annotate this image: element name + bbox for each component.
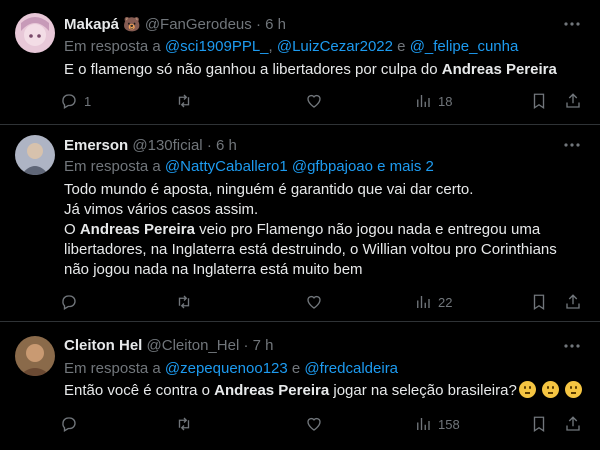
reply-separator: e (291, 360, 301, 377)
reply-icon (62, 94, 76, 109)
tweet-header: Emerson @130ficial · 6 h (64, 136, 237, 156)
thinking-face-emoji (541, 381, 559, 398)
bookmark-icon (533, 294, 545, 311)
reply-prefix: Em resposta a (64, 158, 161, 175)
tweet-text: Todo mundo é aposta, ninguém é garantido… (64, 180, 584, 280)
mention-link[interactable]: e mais 2 (377, 158, 434, 175)
mention-link[interactable]: @gfbpajoao (292, 158, 373, 175)
tweet-text-bold: Andreas Pereira (214, 382, 330, 399)
views-button[interactable]: 18 (414, 91, 452, 111)
more-icon[interactable] (562, 336, 582, 356)
mention-link[interactable]: @fredcaldeira (304, 360, 398, 377)
mention-link[interactable]: @NattyCaballero1 (165, 158, 288, 175)
like-button[interactable] (305, 91, 323, 111)
reply-button[interactable] (60, 292, 78, 312)
reply-count: 1 (84, 93, 92, 109)
tweet-line: libertadores, na Inglaterra está destrui… (64, 241, 557, 258)
views-count: 22 (438, 294, 453, 310)
tweet-header: Makapá 🐻 @FanGerodeus · 6 h (64, 14, 286, 34)
reply-context: Em resposta a @zepequenoo123 e @fredcald… (64, 359, 398, 379)
tweet-emerson[interactable]: Emerson @130ficial · 6 h Em resposta a @… (0, 125, 600, 322)
tweet-line: não jogou nada na Inglaterra está muito … (64, 261, 363, 278)
reply-prefix: Em resposta a (64, 38, 161, 55)
tweet-text: E o flamengo só não ganhou a libertadore… (64, 60, 584, 80)
timestamp[interactable]: · 7 h (243, 337, 273, 354)
tweet-line: Todo mundo é aposta, ninguém é garantido… (64, 181, 474, 198)
thinking-face-emoji (564, 381, 582, 398)
handle[interactable]: @Cleiton_Hel (147, 337, 240, 354)
avatar[interactable] (15, 135, 55, 175)
retweet-button[interactable] (175, 292, 193, 312)
share-button[interactable] (564, 91, 582, 111)
share-icon (566, 416, 580, 431)
like-icon (307, 417, 321, 431)
handle[interactable]: @FanGerodeus (145, 16, 252, 33)
views-icon (417, 296, 430, 308)
mention-link[interactable]: @_felipe_cunha (410, 38, 519, 55)
reply-icon (62, 417, 76, 432)
bookmark-button[interactable] (530, 91, 548, 111)
tweet-line: O Andreas Pereira veio pro Flamengo não … (64, 221, 541, 238)
mention-link[interactable]: @zepequenoo123 (165, 360, 288, 377)
bookmark-button[interactable] (530, 292, 548, 312)
timestamp[interactable]: · 6 h (207, 137, 237, 154)
bookmark-button[interactable] (530, 414, 548, 434)
views-count: 158 (438, 416, 460, 432)
action-bar: 1 18 (60, 91, 590, 111)
share-button[interactable] (564, 414, 582, 434)
tweet-text: Então você é contra o Andreas Pereira jo… (64, 381, 594, 401)
tweet-cleiton[interactable]: Cleiton Hel @Cleiton_Hel · 7 h Em respos… (0, 322, 600, 450)
views-count: 18 (438, 93, 453, 109)
reply-button[interactable]: 1 (60, 91, 91, 111)
reply-icon (62, 295, 76, 310)
tweet-text-bold: Andreas Pereira (79, 221, 195, 238)
display-name[interactable]: Cleiton Hel (64, 337, 142, 354)
thinking-face-emoji (518, 381, 536, 398)
reply-context: Em resposta a @NattyCaballero1 @gfbpajoa… (64, 157, 434, 177)
handle[interactable]: @130ficial (132, 137, 202, 154)
more-icon[interactable] (562, 135, 582, 155)
retweet-icon (178, 94, 190, 108)
tweet-header: Cleiton Hel @Cleiton_Hel · 7 h (64, 336, 273, 356)
mention-link[interactable]: @LuizCezar2022 (277, 38, 393, 55)
reply-context: Em resposta a @sci1909PPL_, @LuizCezar20… (64, 38, 519, 55)
timestamp[interactable]: · 6 h (256, 16, 286, 33)
views-icon (417, 95, 430, 107)
display-name[interactable]: Makapá (64, 16, 119, 33)
tweet-makapa[interactable]: Makapá 🐻 @FanGerodeus · 6 h Em resposta … (0, 0, 600, 125)
action-bar: 22 (60, 292, 590, 312)
share-button[interactable] (564, 292, 582, 312)
like-icon (307, 94, 321, 108)
views-button[interactable]: 22 (414, 292, 452, 312)
share-icon (566, 93, 580, 108)
tweet-text-part: E o flamengo só não ganhou a libertadore… (64, 61, 442, 78)
retweet-icon (178, 295, 190, 309)
tweet-line: Já vimos vários casos assim. (64, 201, 259, 218)
display-name[interactable]: Emerson (64, 137, 128, 154)
mention-link[interactable]: @sci1909PPL_ (165, 38, 269, 55)
views-icon (417, 418, 430, 430)
share-icon (566, 294, 580, 309)
reply-prefix: Em resposta a (64, 360, 161, 377)
like-icon (307, 295, 321, 309)
retweet-icon (178, 417, 190, 431)
avatar[interactable] (15, 336, 55, 376)
bookmark-icon (533, 93, 545, 110)
like-button[interactable] (305, 414, 323, 434)
views-button[interactable]: 158 (414, 414, 460, 434)
more-icon[interactable] (562, 14, 582, 34)
retweet-button[interactable] (175, 91, 193, 111)
bear-emoji: 🐻 (123, 16, 141, 32)
retweet-button[interactable] (175, 414, 193, 434)
avatar[interactable] (15, 13, 55, 53)
tweet-text-bold: Andreas Pereira (441, 61, 557, 78)
reply-button[interactable] (60, 414, 78, 434)
action-bar: 158 (60, 414, 590, 434)
bookmark-icon (533, 416, 545, 433)
like-button[interactable] (305, 292, 323, 312)
reply-separator: e (397, 38, 406, 55)
